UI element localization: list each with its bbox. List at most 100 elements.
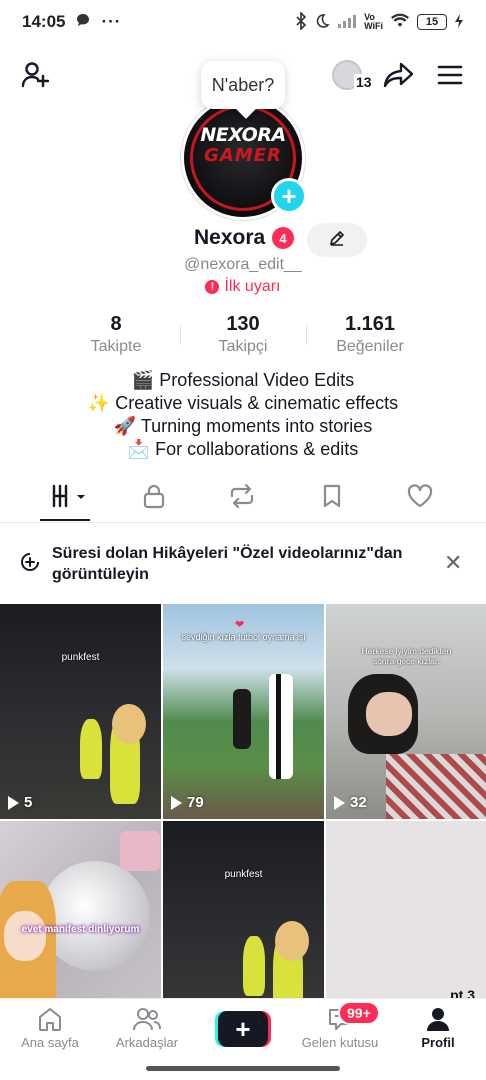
active-tab-indicator [40, 519, 90, 521]
gesture-home-bar[interactable] [146, 1066, 340, 1071]
vowifi-icon: Vo WiFi [364, 12, 383, 31]
bookmark-icon [321, 483, 343, 514]
following-count: 8 [110, 313, 122, 335]
video-thumbnail[interactable]: punkfest [163, 821, 324, 1000]
view-count-value: 5 [24, 794, 33, 811]
avatar-logo-text-top: NEXORA [200, 124, 286, 146]
bio-line: 🚀 Turning moments into stories [113, 416, 373, 436]
play-icon [171, 795, 182, 810]
warning-link[interactable]: ! İlk uyarı [0, 278, 486, 296]
profile-icon [425, 1006, 451, 1035]
followers-count: 130 [226, 313, 260, 335]
stat-divider [306, 325, 307, 345]
video-grid: punkfest 5 sevdiğin kızla futbol oynama … [0, 604, 486, 1000]
banner-message: Süresi dolan Hikâyeleri "Özel videoların… [52, 545, 403, 583]
view-count: 79 [171, 794, 204, 811]
username-handle: @nexora_edit__ [184, 256, 302, 273]
warning-label: İlk uyarı [224, 278, 281, 295]
video-caption: punkfest [224, 869, 263, 880]
wifi-icon [390, 13, 410, 32]
video-thumbnail[interactable]: evet manifest dinliyorum [0, 821, 161, 1000]
plus-icon: + [218, 1011, 268, 1047]
create-button[interactable]: + [215, 1011, 271, 1047]
notification-badge[interactable]: 4 [272, 227, 294, 249]
videos-grid-icon [49, 483, 89, 514]
stat-likes[interactable]: 1.161 Beğeniler [310, 313, 430, 356]
video-thumbnail[interactable]: sevdiğin kızla futbol oynama işi ❤ 79 [163, 604, 324, 819]
video-thumbnail[interactable]: Herkese iyiyim dedikten sonra gece kızla… [326, 604, 486, 819]
charging-icon [454, 13, 464, 32]
video-thumbnail[interactable]: punkfest 5 [0, 604, 161, 819]
view-count-value: 79 [187, 794, 204, 811]
tab-videos[interactable] [48, 481, 90, 515]
story-plus-icon [20, 552, 40, 577]
lock-icon [142, 483, 166, 514]
profile-bio: 🎬 Professional Video Edits ✨ Creative vi… [0, 369, 486, 461]
tab-private[interactable] [134, 481, 174, 515]
nav-friends[interactable]: Arkadaşlar [97, 1005, 197, 1050]
status-bar: 14:05 ··· Vo WiFi 15 [0, 0, 486, 44]
nav-profile-label: Profil [421, 1035, 455, 1050]
display-name: Nexora [194, 226, 266, 249]
share-icon[interactable] [382, 58, 416, 92]
video-caption: evet manifest dinliyorum [21, 924, 140, 935]
heart-icon [406, 483, 434, 514]
stat-divider [180, 325, 181, 345]
heart-emoji-icon: ❤ [235, 619, 245, 631]
expired-stories-banner[interactable]: Süresi dolan Hikâyeleri "Özel videoların… [0, 530, 486, 596]
nav-friends-label: Arkadaşlar [115, 1035, 179, 1050]
hamburger-menu-icon[interactable] [433, 58, 467, 92]
play-icon [334, 795, 345, 810]
alert-icon: ! [205, 280, 220, 294]
profile-stats: 8 Takipte 130 Takipçi 1.161 Beğeniler [0, 313, 486, 359]
plus-icon: + [281, 181, 297, 211]
play-icon [8, 795, 19, 810]
bio-line: 🎬 Professional Video Edits [131, 370, 355, 390]
name-row: Nexora 4 [0, 223, 486, 257]
friends-icon [132, 1006, 162, 1035]
likes-label: Beğeniler [336, 338, 404, 355]
following-label: Takipte [90, 338, 142, 355]
video-thumbnail[interactable]: pt.3 [326, 821, 486, 1000]
battery-icon: 15 [417, 14, 447, 30]
note-bubble[interactable]: N'aber? [201, 61, 285, 109]
view-count-value: 32 [350, 794, 367, 811]
stat-followers[interactable]: 130 Takipçi [183, 313, 303, 356]
view-count: 5 [8, 794, 32, 811]
moon-icon [314, 13, 330, 32]
repost-icon [228, 483, 256, 514]
video-caption: Herkese iyiyim dedikten sonra gece kızla… [361, 646, 452, 666]
nav-inbox-label: Gelen kutusu [301, 1035, 379, 1050]
nav-home[interactable]: Ana sayfa [0, 1005, 100, 1050]
video-caption: punkfest [61, 652, 100, 663]
avatar-logo-text-bottom: GAMER [204, 145, 282, 166]
video-caption: sevdiğin kızla futbol oynama işi [181, 632, 306, 642]
signal-icon [337, 13, 357, 32]
status-time: 14:05 [22, 12, 66, 31]
content-tabs [0, 473, 486, 523]
bio-line: ✨ Creative visuals & cinematic effects [87, 393, 399, 413]
followers-label: Takipçi [218, 338, 268, 355]
pencil-icon [328, 229, 346, 252]
bio-line: 📩 For collaborations & edits [127, 439, 359, 459]
add-story-button[interactable]: + [271, 178, 307, 214]
tab-reposts[interactable] [222, 481, 262, 515]
close-icon[interactable]: ✕ [444, 550, 462, 576]
edit-profile-button[interactable] [307, 223, 367, 257]
coins-count: 13 [354, 74, 374, 90]
bottom-navigation: Ana sayfa Arkadaşlar + Gelen kutusu 99+ … [0, 998, 486, 1060]
tab-saved[interactable] [312, 481, 352, 515]
view-count: 32 [334, 794, 367, 811]
add-user-icon[interactable] [18, 58, 52, 92]
stat-following[interactable]: 8 Takipte [56, 313, 176, 356]
likes-count: 1.161 [344, 313, 396, 335]
nav-home-label: Ana sayfa [21, 1035, 79, 1050]
bluetooth-icon [295, 10, 307, 33]
inbox-badge: 99+ [338, 1001, 380, 1025]
tab-liked[interactable] [400, 481, 440, 515]
coins-button[interactable]: 13 [332, 58, 374, 94]
home-icon [36, 1006, 64, 1035]
chat-bubble-icon [75, 12, 91, 33]
more-dots-icon: ··· [101, 12, 122, 31]
nav-profile[interactable]: Profil [388, 1005, 486, 1050]
